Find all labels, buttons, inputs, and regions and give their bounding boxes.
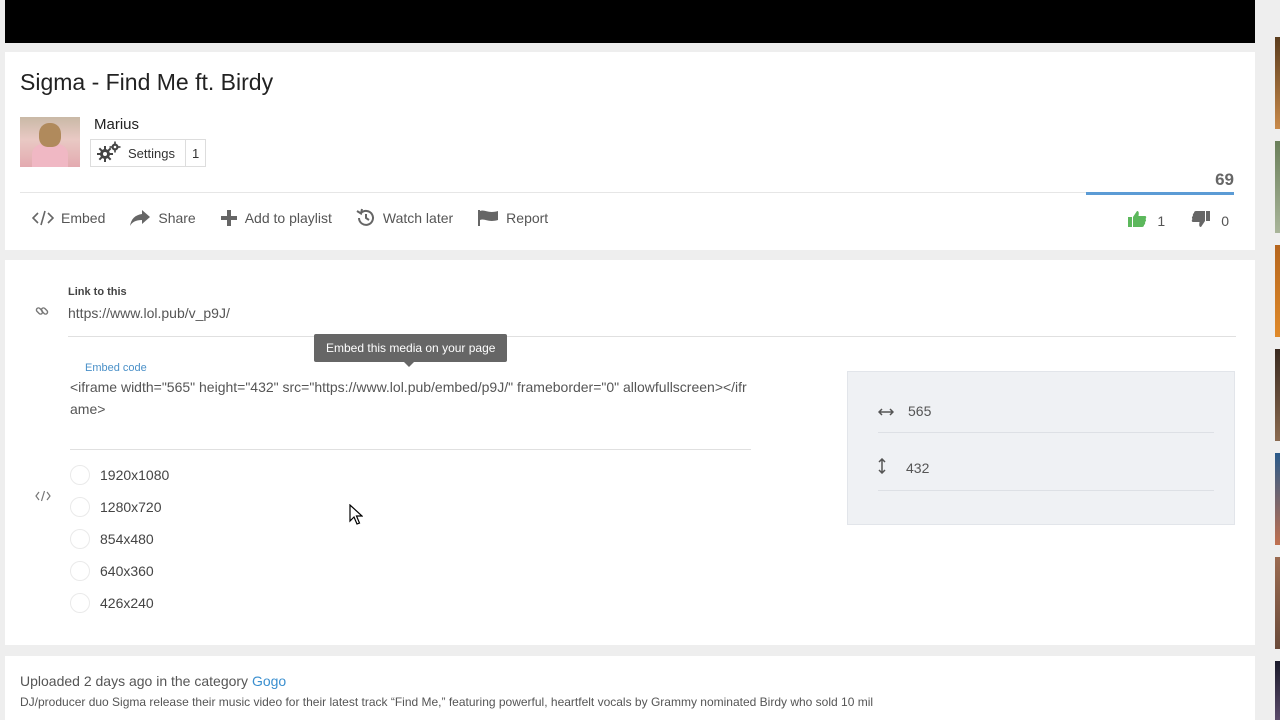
action-bar: Embed Share Add to playlist Watch later …: [32, 208, 572, 228]
watch-later-button[interactable]: Watch later: [356, 208, 453, 228]
flag-icon: [477, 209, 499, 227]
related-thumbnail[interactable]: [1275, 245, 1280, 337]
add-to-playlist-label: Add to playlist: [244, 210, 332, 226]
divider: [20, 192, 1086, 193]
dislike-count: 0: [1221, 212, 1229, 229]
related-thumbnail[interactable]: [1275, 557, 1280, 649]
embed-tooltip: Embed this media on your page: [314, 334, 508, 367]
size-options: 1920x1080 1280x720 854x480 640x360 426x2…: [70, 459, 169, 619]
radio-button[interactable]: [70, 465, 90, 485]
size-option[interactable]: 426x240: [70, 587, 169, 619]
like-count: 1: [1157, 212, 1166, 229]
size-label: 426x240: [100, 595, 154, 611]
vote-bar: 1 0: [1127, 210, 1229, 231]
size-option[interactable]: 1280x720: [70, 491, 169, 523]
share-embed-card: Link to this https://www.lol.pub/v_p9J/ …: [5, 260, 1255, 645]
channel-name[interactable]: Marius: [94, 116, 139, 133]
mouse-cursor-icon: [349, 503, 364, 530]
radio-button[interactable]: [70, 529, 90, 549]
vertical-arrows-icon: [878, 457, 886, 477]
thumbs-up-icon: [1127, 210, 1147, 231]
settings-label: Settings: [128, 145, 175, 161]
related-thumbnail[interactable]: [1275, 453, 1280, 545]
like-ratio-bar: [1086, 192, 1234, 195]
size-label: 640x360: [100, 563, 154, 579]
report-button[interactable]: Report: [477, 209, 548, 227]
radio-button[interactable]: [70, 497, 90, 517]
custom-size-panel: 565 432: [847, 371, 1235, 525]
settings-button[interactable]: Settings 1: [90, 139, 207, 167]
size-label: 1280x720: [100, 499, 162, 515]
plus-icon: [220, 209, 238, 227]
video-info-card: Sigma - Find Me ft. Birdy Marius Setting…: [5, 52, 1255, 250]
history-icon: [356, 208, 376, 228]
description-card: Uploaded 2 days ago in the category Gogo…: [5, 656, 1255, 720]
size-label: 1920x1080: [100, 467, 170, 483]
settings-count: 1: [191, 145, 200, 161]
thumbs-down-icon: [1191, 210, 1211, 231]
like-button[interactable]: 1: [1127, 210, 1165, 231]
radio-button[interactable]: [70, 561, 90, 581]
category-link[interactable]: Gogo: [252, 673, 286, 689]
related-thumbnail[interactable]: [1275, 349, 1280, 441]
upload-text: Uploaded 2 days ago in the category: [20, 673, 249, 689]
related-thumbnails-strip: [1275, 0, 1280, 720]
embed-button[interactable]: Embed: [32, 210, 105, 226]
share-button[interactable]: Share: [129, 209, 196, 227]
radio-button[interactable]: [70, 593, 90, 613]
size-label: 854x480: [100, 531, 154, 547]
link-label: Link to this: [68, 286, 127, 298]
link-icon: [35, 304, 49, 323]
related-thumbnail[interactable]: [1275, 141, 1280, 233]
embed-code-field[interactable]: <iframe width="565" height="432" src="ht…: [70, 376, 751, 450]
video-description: DJ/producer duo Sigma release their musi…: [20, 695, 874, 709]
share-label: Share: [158, 210, 196, 226]
width-field[interactable]: 565: [877, 403, 1214, 433]
size-option[interactable]: 640x360: [70, 555, 169, 587]
add-to-playlist-button[interactable]: Add to playlist: [220, 209, 332, 227]
embed-code-label: Embed code: [85, 362, 147, 374]
size-option[interactable]: 1920x1080: [70, 459, 169, 491]
gears-icon: [97, 141, 121, 166]
share-icon: [129, 209, 151, 227]
height-field[interactable]: 432: [878, 457, 1214, 491]
code-icon: [32, 210, 54, 226]
horizontal-arrows-icon: [877, 403, 895, 419]
link-url-field[interactable]: https://www.lol.pub/v_p9J/: [68, 305, 1236, 337]
width-value: 565: [908, 403, 932, 419]
video-title: Sigma - Find Me ft. Birdy: [20, 69, 274, 95]
dislike-button[interactable]: 0: [1191, 210, 1229, 231]
embed-label: Embed: [61, 210, 106, 226]
report-label: Report: [506, 210, 549, 226]
video-player-bottom[interactable]: [5, 0, 1255, 43]
view-count: 69: [1215, 170, 1234, 189]
related-thumbnail[interactable]: [1275, 37, 1280, 129]
upload-info: Uploaded 2 days ago in the category Gogo: [20, 673, 286, 689]
channel-avatar[interactable]: [20, 117, 80, 167]
embed-code-icon: [35, 489, 51, 507]
height-value: 432: [906, 459, 930, 476]
watch-later-label: Watch later: [382, 210, 454, 226]
related-thumbnail[interactable]: [1275, 661, 1280, 720]
size-option[interactable]: 854x480: [70, 523, 169, 555]
